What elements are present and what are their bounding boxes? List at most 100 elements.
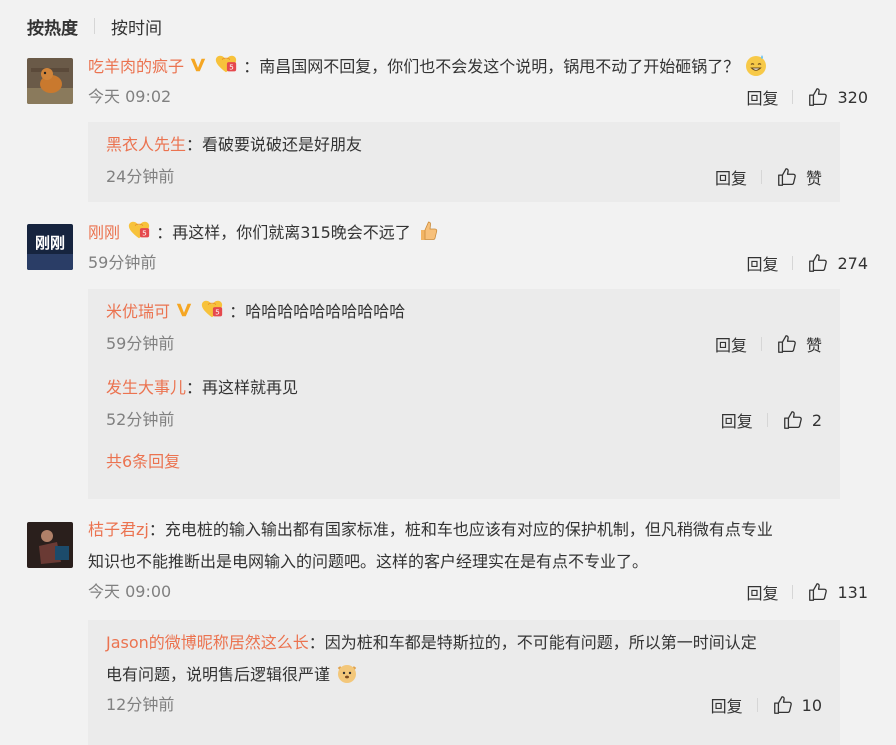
sort-divider: [94, 18, 95, 34]
dog-face-emoji-icon: [337, 665, 357, 683]
reply-text: Jason的微博昵称居然这么长：因为桩和车都是特斯拉的，不可能有问题，所以第一时…: [106, 628, 822, 658]
thumb-up-icon: [776, 333, 798, 355]
reply-content: ：再这样就再见: [186, 378, 299, 397]
comment-meta: 59分钟前 回复 274: [88, 250, 868, 276]
action-divider: [760, 170, 762, 184]
thumb-up-icon: [807, 252, 829, 274]
reply-thread: 黑衣人先生：看破要说破还是好朋友 24分钟前 回复 赞: [88, 122, 840, 202]
reply-content: ：看破要说破还是好朋友: [186, 135, 363, 154]
reply-text: 发生大事儿：再这样就再见: [106, 373, 822, 403]
reply-username[interactable]: 黑衣人先生: [106, 135, 186, 154]
reply-item: 发生大事儿：再这样就再见 52分钟前 回复 2: [88, 373, 840, 433]
action-divider: [792, 585, 794, 599]
reply-username[interactable]: Jason的微博昵称居然这么长: [106, 633, 309, 652]
reply-button[interactable]: 回复: [746, 580, 778, 604]
like-count: 赞: [805, 169, 822, 188]
like-button[interactable]: 131: [807, 581, 868, 603]
reply-username[interactable]: 发生大事儿: [106, 378, 186, 397]
like-button[interactable]: 320: [807, 86, 868, 108]
sort-by-time-tab[interactable]: 按时间: [111, 14, 162, 39]
comment-time: 今天 09:02: [88, 87, 172, 106]
thumb-up-icon: [807, 581, 829, 603]
like-button[interactable]: 274: [807, 252, 868, 274]
reply-item: 米优瑞可 ：哈哈哈哈哈哈哈哈哈哈 59分钟前 回复 赞: [88, 297, 840, 357]
action-divider: [792, 90, 794, 104]
reply-actions: 回复 2: [721, 407, 822, 433]
fan-badge-icon: [214, 53, 238, 75]
reply-actions: 回复 赞: [715, 331, 822, 357]
reply-content-continued: 电有问题，说明售后逻辑很严谨: [106, 665, 331, 684]
reply-content: ：因为桩和车都是特斯拉的，不可能有问题，所以第一时间认定: [308, 633, 757, 652]
comment-text-continued: 知识也不能推断出是电网输入的问题吧。这样的客户经理实在是有点不专业了。: [88, 552, 649, 571]
reply-actions: 回复 10: [711, 692, 822, 718]
comment-time: 今天 09:00: [88, 582, 172, 601]
reply-button[interactable]: 回复: [715, 165, 747, 189]
comment-text: 刚刚 ：再这样，你们就离315晚会不远了: [88, 218, 868, 248]
avatar[interactable]: 刚刚: [27, 224, 73, 270]
avatar-text: 刚刚: [35, 234, 65, 252]
reply-time: 12分钟前: [106, 695, 175, 714]
sort-by-hot-tab[interactable]: 按热度: [27, 14, 78, 39]
reply-username[interactable]: 米优瑞可: [106, 302, 170, 321]
reply-thread: 米优瑞可 ：哈哈哈哈哈哈哈哈哈哈 59分钟前 回复 赞 发生大事儿：再这样就再见…: [88, 289, 840, 499]
action-divider: [760, 337, 762, 351]
comment-username[interactable]: 吃羊肉的疯子: [88, 57, 184, 76]
thumbs-up-emoji-icon: [420, 221, 438, 240]
like-button[interactable]: 2: [782, 409, 822, 431]
verified-v-icon: [189, 56, 207, 74]
more-replies-link[interactable]: 共6条回复: [106, 452, 180, 471]
like-count: 10: [801, 695, 822, 715]
comment-content: ：再这样，你们就离315晚会不远了: [156, 223, 411, 242]
comment-text: 桔子君zj：充电桩的输入输出都有国家标准，桩和车也应该有对应的保护机制，但凡稍微…: [88, 515, 868, 545]
reply-time: 52分钟前: [106, 410, 175, 429]
comment-content: ：南昌国网不回复，你们也不会发这个说明，锅甩不动了开始砸锅了？: [243, 57, 740, 76]
comment-actions: 回复 320: [746, 84, 868, 110]
reply-thread: Jason的微博昵称居然这么长：因为桩和车都是特斯拉的，不可能有问题，所以第一时…: [88, 620, 840, 745]
thumb-up-icon: [782, 409, 804, 431]
like-count: 赞: [805, 336, 822, 355]
like-button[interactable]: 赞: [776, 332, 822, 356]
comment-actions: 回复 274: [746, 250, 868, 276]
thumb-up-icon: [776, 166, 798, 188]
sort-bar: 按热度 按时间: [27, 12, 162, 40]
comment-time: 59分钟前: [88, 253, 157, 272]
reply-content: ：哈哈哈哈哈哈哈哈哈哈: [229, 302, 406, 321]
like-button[interactable]: 10: [772, 694, 822, 716]
comment-actions: 回复 131: [746, 579, 868, 605]
more-replies: 共6条回复: [88, 447, 840, 477]
reply-item: 黑衣人先生：看破要说破还是好朋友 24分钟前 回复 赞: [88, 130, 840, 190]
comment-meta: 今天 09:00 回复 131: [88, 579, 868, 605]
action-divider: [766, 413, 768, 427]
reply-time: 24分钟前: [106, 167, 175, 186]
avatar[interactable]: [27, 58, 73, 104]
reply-button[interactable]: 回复: [746, 251, 778, 275]
action-divider: [756, 698, 758, 712]
like-count: 320: [837, 87, 868, 107]
reply-actions: 回复 赞: [715, 164, 822, 190]
reply-text: 黑衣人先生：看破要说破还是好朋友: [106, 130, 822, 160]
reply-button[interactable]: 回复: [715, 332, 747, 356]
reply-meta: 52分钟前 回复 2: [106, 407, 822, 433]
reply-text-continued: 电有问题，说明售后逻辑很严谨: [106, 660, 822, 690]
like-button[interactable]: 赞: [776, 165, 822, 189]
fan-badge-icon: [200, 298, 224, 320]
avatar[interactable]: [27, 522, 73, 568]
verified-v-icon: [175, 301, 193, 319]
fan-badge-icon: [127, 219, 151, 241]
reply-time: 59分钟前: [106, 334, 175, 353]
thumb-up-icon: [807, 86, 829, 108]
reply-button[interactable]: 回复: [721, 408, 753, 432]
reply-meta: 12分钟前 回复 10: [106, 692, 822, 718]
comment-text: 吃羊肉的疯子 ：南昌国网不回复，你们也不会发这个说明，锅甩不动了开始砸锅了？: [88, 52, 868, 82]
like-count: 274: [837, 253, 868, 273]
reply-item: Jason的微博昵称居然这么长：因为桩和车都是特斯拉的，不可能有问题，所以第一时…: [88, 628, 840, 718]
reply-button[interactable]: 回复: [746, 85, 778, 109]
reply-button[interactable]: 回复: [711, 693, 743, 717]
sweat-smile-emoji-icon: [746, 55, 767, 76]
comment-username[interactable]: 刚刚: [88, 223, 120, 242]
reply-text: 米优瑞可 ：哈哈哈哈哈哈哈哈哈哈: [106, 297, 822, 327]
comment-meta: 今天 09:02 回复 320: [88, 84, 868, 110]
reply-meta: 24分钟前 回复 赞: [106, 164, 822, 190]
reply-meta: 59分钟前 回复 赞: [106, 331, 822, 357]
comment-username[interactable]: 桔子君zj: [88, 520, 149, 539]
